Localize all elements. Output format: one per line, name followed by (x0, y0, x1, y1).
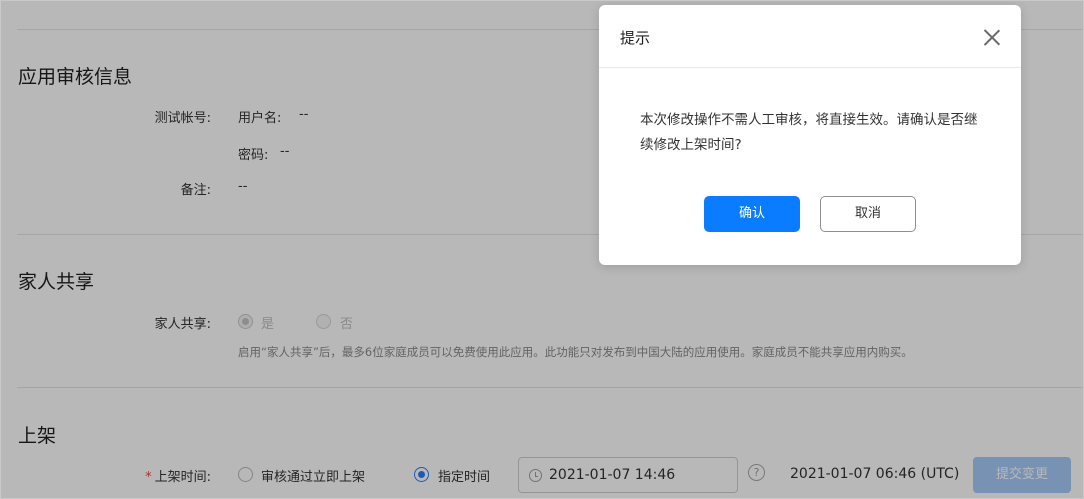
confirm-dialog: 提示 本次修改操作不需人工审核，将直接生效。请确认是否继续修改上架时间? 确认 … (599, 5, 1021, 265)
app-frame: 应用审核信息 测试帐号: 用户名: -- 密码: -- 备注: -- 家人共享 … (0, 0, 1084, 499)
close-icon[interactable] (983, 29, 1001, 47)
cancel-button[interactable]: 取消 (820, 196, 916, 232)
confirm-button[interactable]: 确认 (704, 196, 800, 232)
dialog-header: 提示 (599, 5, 1021, 68)
dialog-title: 提示 (620, 29, 651, 47)
dialog-message: 本次修改操作不需人工审核，将直接生效。请确认是否继续修改上架时间? (640, 112, 978, 153)
